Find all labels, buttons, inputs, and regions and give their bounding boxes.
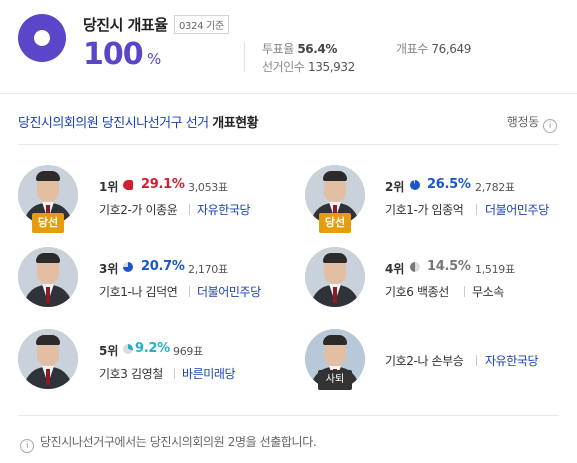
candidate-party[interactable]: 바른미래당	[182, 365, 236, 382]
candidate-name[interactable]: 기호2-나 손부승	[385, 352, 464, 369]
electorate-stat: 선거인수 135,932	[262, 60, 355, 74]
count-rate-title: 당진시 개표율	[83, 16, 168, 34]
candidate-name[interactable]: 기호3 김영철	[99, 365, 163, 382]
party-separator	[476, 204, 477, 215]
candidate-votes: 2,170표	[188, 263, 228, 276]
candidate-percent: 14.5%	[427, 259, 471, 274]
party-separator	[189, 204, 190, 215]
admin-dong-link[interactable]: 행정동 i	[507, 113, 557, 133]
info-icon: i	[20, 439, 34, 453]
base-time-badge: 0324 기준	[174, 15, 229, 34]
turnout-value: 56.4%	[297, 42, 337, 56]
electorate-value: 135,932	[307, 60, 355, 74]
vote-pie-icon	[123, 262, 133, 272]
candidate-percent: 20.7%	[141, 259, 185, 274]
candidate-party[interactable]: 자유한국당	[485, 352, 539, 369]
count-rate-unit: %	[147, 50, 162, 68]
candidate-votes: 1,519표	[475, 263, 515, 276]
candidate-rank: 3위	[99, 262, 119, 276]
candidate-rank: 2위	[385, 180, 405, 194]
candidate-party[interactable]: 자유한국당	[197, 201, 251, 218]
footer-note: i 당진시나선거구에서는 당진시의회의원 2명을 선출합니다.	[20, 433, 317, 453]
party-separator	[464, 286, 465, 297]
party-separator	[189, 286, 190, 297]
section-bottom-divider	[18, 415, 559, 416]
counted-stat: 개표수 76,649	[396, 42, 471, 56]
candidate-name[interactable]: 기호2-가 이종윤	[99, 201, 178, 218]
candidate-percent: 29.1%	[141, 177, 185, 192]
candidate-votes: 969표	[173, 345, 203, 358]
candidate-name[interactable]: 기호1-가 임종억	[385, 201, 464, 218]
section-top-divider	[18, 144, 559, 145]
vote-pie-icon	[123, 344, 133, 354]
vote-pie-icon	[410, 180, 420, 190]
candidate-name[interactable]: 기호1-나 김덕연	[99, 283, 178, 300]
candidate-photo	[305, 247, 365, 307]
candidate-percent: 9.2%	[135, 341, 170, 356]
party-separator	[476, 355, 477, 366]
counted-value: 76,649	[431, 42, 471, 56]
header-divider	[244, 42, 245, 72]
candidate-rank: 4위	[385, 262, 405, 276]
candidate-votes: 2,782표	[475, 181, 515, 194]
candidate-party[interactable]: 더불어민주당	[197, 283, 261, 300]
candidate-votes: 3,053표	[188, 181, 228, 194]
withdrawn-badge: 사퇴	[318, 370, 352, 390]
candidate-party[interactable]: 더불어민주당	[485, 201, 549, 218]
elected-badge: 당선	[319, 213, 351, 233]
turnout-stat: 투표율 56.4%	[262, 42, 337, 56]
candidate-party[interactable]: 무소속	[472, 283, 504, 300]
count-rate-value: 100	[83, 37, 144, 72]
count-rate-donut-icon	[18, 14, 66, 62]
vote-pie-icon	[123, 180, 133, 190]
section-divider	[0, 93, 577, 94]
elected-badge: 당선	[32, 213, 64, 233]
vote-pie-icon	[410, 262, 420, 272]
candidate-name[interactable]: 기호6 백종선	[385, 283, 449, 300]
candidate-percent: 26.5%	[427, 177, 471, 192]
party-separator	[174, 368, 175, 379]
candidate-photo	[18, 247, 78, 307]
section-title: 당진시의회의원 당진시나선거구 선거 개표현황	[18, 116, 259, 131]
candidate-rank: 5위	[99, 344, 119, 358]
info-icon[interactable]: i	[543, 119, 557, 133]
candidate-photo	[18, 329, 78, 389]
candidate-rank: 1위	[99, 180, 119, 194]
